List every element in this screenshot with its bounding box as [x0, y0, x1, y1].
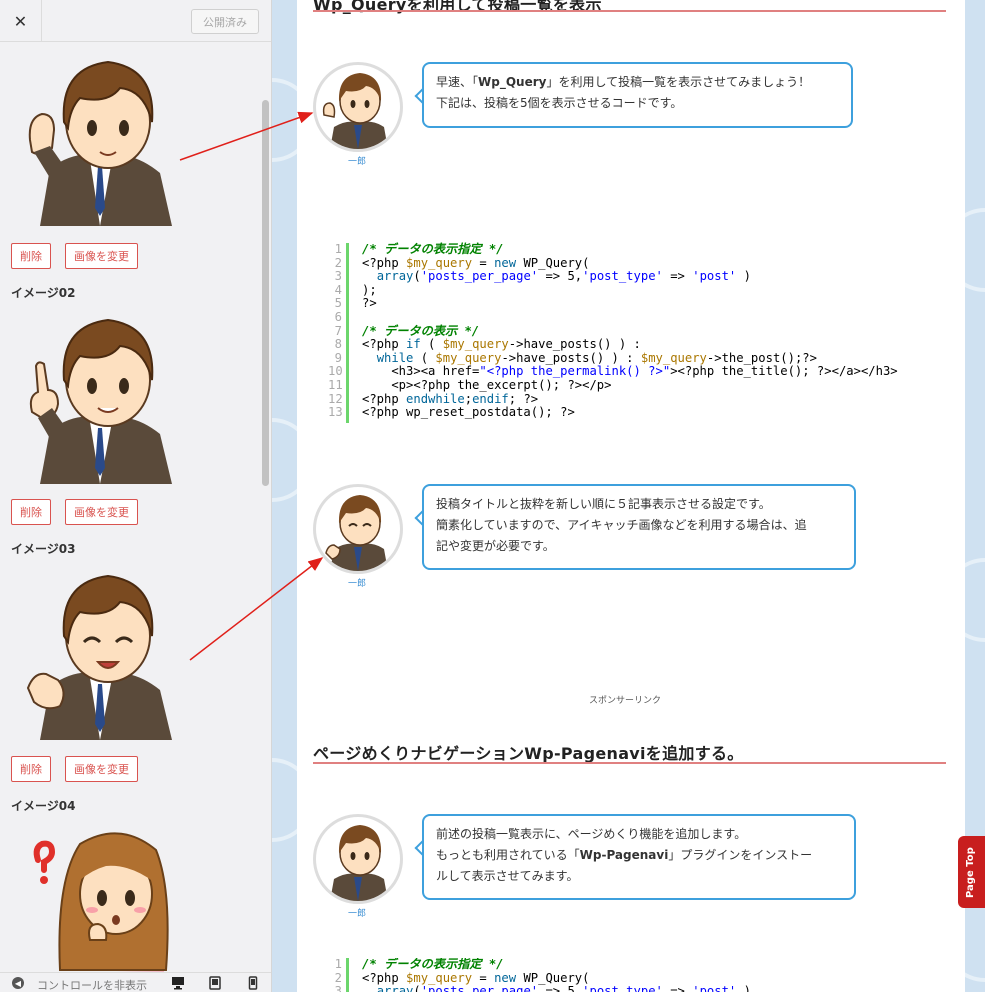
balloon-text: 簡素化していますので、アイキャッチ画像などを利用する場合は、追	[436, 518, 807, 532]
image-label: イメージ04	[11, 799, 76, 813]
publish-button[interactable]: 公開済み	[191, 9, 259, 34]
speaker-avatar	[313, 484, 403, 574]
balloon-text: 」プラグインをインストー	[668, 848, 813, 862]
balloon-text-bold: Wp_Query	[478, 75, 547, 89]
balloon-text-bold: Wp-Pagenavi	[579, 848, 669, 862]
balloon-text: 早速、「	[436, 75, 479, 89]
balloon-text: 記や変更が必要です。	[436, 539, 555, 553]
speaker-avatar	[313, 814, 403, 904]
speech-balloon: 早速、「Wp_Query」を利用して投稿一覧を表示させてみましょう！ 下記は、投…	[422, 62, 853, 128]
desktop-icon[interactable]	[171, 976, 185, 990]
change-image-button[interactable]: 画像を変更	[65, 756, 138, 782]
section-title: ページめくりナビゲーションWp-Pagenaviを追加する。	[313, 744, 744, 763]
code-lines: /* データの表示指定 */ <?php $my_query = new WP_…	[362, 242, 898, 420]
collapse-controls-button[interactable]: コントロールを非表示	[37, 977, 147, 992]
code-lines: /* データの表示指定 */ <?php $my_query = new WP_…	[362, 958, 751, 992]
section-title-underline	[313, 762, 946, 764]
panel-header: ✕ 公開済み	[0, 0, 271, 42]
woman-question-image	[33, 832, 169, 972]
businessman-pointing-image	[29, 318, 172, 484]
sponsor-link-label: スポンサーリンク	[589, 696, 662, 706]
balloon-text: 下記は、投稿を5個を表示させるコードです。	[436, 96, 683, 110]
change-image-button[interactable]: 画像を変更	[65, 499, 138, 525]
scrollbar-thumb[interactable]	[262, 100, 269, 486]
businessman-avatar-icon	[325, 495, 388, 571]
close-button[interactable]: ✕	[0, 0, 42, 42]
balloon-text: 」を利用して投稿一覧を表示させてみましょう！	[546, 75, 811, 89]
balloon-text: 前述の投稿一覧表示に、ページめくり機能を追加します。	[436, 827, 747, 841]
collapse-icon[interactable]: ◀	[12, 977, 24, 989]
image-label: イメージ03	[11, 542, 76, 556]
delete-button[interactable]: 削除	[11, 756, 51, 782]
speech-balloon: 投稿タイトルと抜粋を新しい順に５記事表示させる設定です。 簡素化していますので、…	[422, 484, 856, 570]
businessman-avatar-icon	[330, 825, 388, 901]
tablet-icon[interactable]	[208, 976, 222, 990]
speaker-name: 一郎	[348, 157, 367, 167]
line-numbers: 1 2 3 4 5 6 7 8 9 10 11 12 13	[328, 242, 343, 420]
delete-button[interactable]: 削除	[11, 243, 51, 269]
speaker-name: 一郎	[348, 909, 367, 919]
businessman-avatar-icon	[322, 73, 388, 149]
section-title: Wp_Queryを利用して投稿一覧を表示	[313, 0, 602, 14]
businessman-smiling-image	[26, 574, 172, 740]
code-gutter-bar	[346, 243, 349, 423]
speaker-avatar	[313, 62, 403, 152]
balloon-text: ルして表示させてみます。	[436, 869, 579, 883]
speaker-name: 一郎	[348, 579, 367, 589]
businessman-fist-image	[28, 60, 172, 226]
mobile-icon[interactable]	[246, 976, 260, 990]
line-numbers: 1 2 3	[334, 958, 342, 992]
code-block: 1 2 3 /* データの表示指定 */ <?php $my_query = n…	[328, 958, 948, 992]
delete-button[interactable]: 削除	[11, 499, 51, 525]
section-title-underline	[313, 10, 946, 12]
code-gutter-bar	[346, 958, 349, 992]
page-top-button[interactable]: Page Top	[958, 836, 985, 908]
balloon-text: 投稿タイトルと抜粋を新しい順に５記事表示させる設定です。	[436, 497, 771, 511]
speech-balloon: 前述の投稿一覧表示に、ページめくり機能を追加します。 もっとも利用されている「W…	[422, 814, 856, 900]
balloon-text: もっとも利用されている「	[436, 848, 580, 862]
customizer-panel: ✕ 公開済み 削除 画像を変更 イメージ02 削除 画像を変更 イメージ03 削…	[0, 0, 272, 992]
change-image-button[interactable]: 画像を変更	[65, 243, 138, 269]
image-label: イメージ02	[11, 286, 76, 300]
page-top-label: Page Top	[965, 847, 976, 898]
panel-footer: ◀ コントロールを非表示	[0, 972, 271, 992]
code-block: 1 2 3 4 5 6 7 8 9 10 11 12 13 /* データの表示指…	[328, 242, 948, 423]
